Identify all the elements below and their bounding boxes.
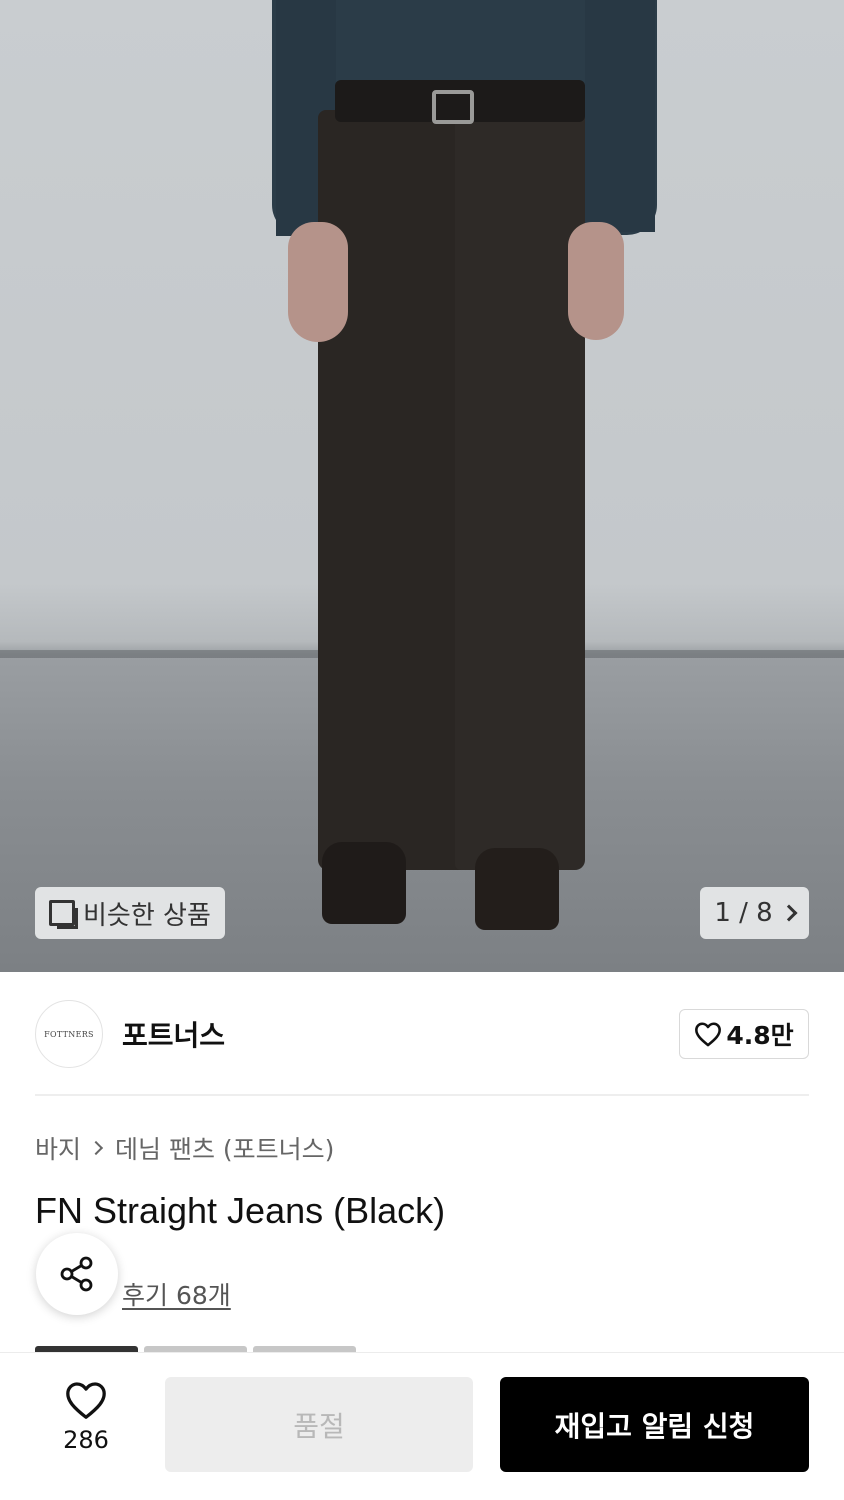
left-hand xyxy=(288,222,348,342)
right-leg xyxy=(455,110,585,870)
breadcrumb-subcategory[interactable]: 데님 팬츠 (포트너스) xyxy=(115,1130,334,1166)
heart-icon xyxy=(695,1022,722,1047)
breadcrumb: 바지 데님 팬츠 (포트너스) xyxy=(35,1130,334,1166)
wishlist-count: 286 xyxy=(63,1426,109,1454)
similar-products-button[interactable]: 비슷한 상품 xyxy=(35,887,225,939)
share-button[interactable] xyxy=(36,1233,118,1315)
soldout-button: 품절 xyxy=(165,1377,473,1472)
brand-like-button[interactable]: 4.8만 xyxy=(679,1009,809,1059)
belt-buckle xyxy=(432,90,474,124)
right-shoe xyxy=(475,848,559,930)
left-leg xyxy=(318,110,468,870)
breadcrumb-category[interactable]: 바지 xyxy=(35,1130,81,1166)
right-sleeve xyxy=(585,0,655,232)
wishlist-button[interactable]: 286 xyxy=(50,1380,122,1470)
chevron-right-icon xyxy=(780,904,798,922)
left-shoe xyxy=(322,842,406,924)
brand-name[interactable]: 포트너스 xyxy=(122,1014,225,1054)
restock-alert-button[interactable]: 재입고 알림 신청 xyxy=(500,1377,809,1472)
similar-products-label: 비슷한 상품 xyxy=(83,900,211,931)
divider xyxy=(35,1094,809,1096)
image-counter-label: 1 / 8 xyxy=(714,898,773,928)
product-title: FN Straight Jeans (Black) xyxy=(35,1190,446,1231)
brand-logo-text: FOTTNERS xyxy=(44,1029,94,1039)
similar-products-icon xyxy=(49,900,78,929)
brand-logo[interactable]: FOTTNERS xyxy=(35,1000,103,1068)
image-counter[interactable]: 1 / 8 xyxy=(700,887,809,939)
share-icon xyxy=(60,1256,93,1292)
right-hand xyxy=(568,222,624,340)
heart-icon xyxy=(66,1382,106,1419)
brand-like-count: 4.8만 xyxy=(726,1021,794,1050)
product-image[interactable] xyxy=(0,0,844,972)
reviews-link[interactable]: 후기 68개 xyxy=(122,1276,231,1312)
chevron-right-icon xyxy=(88,1140,104,1156)
